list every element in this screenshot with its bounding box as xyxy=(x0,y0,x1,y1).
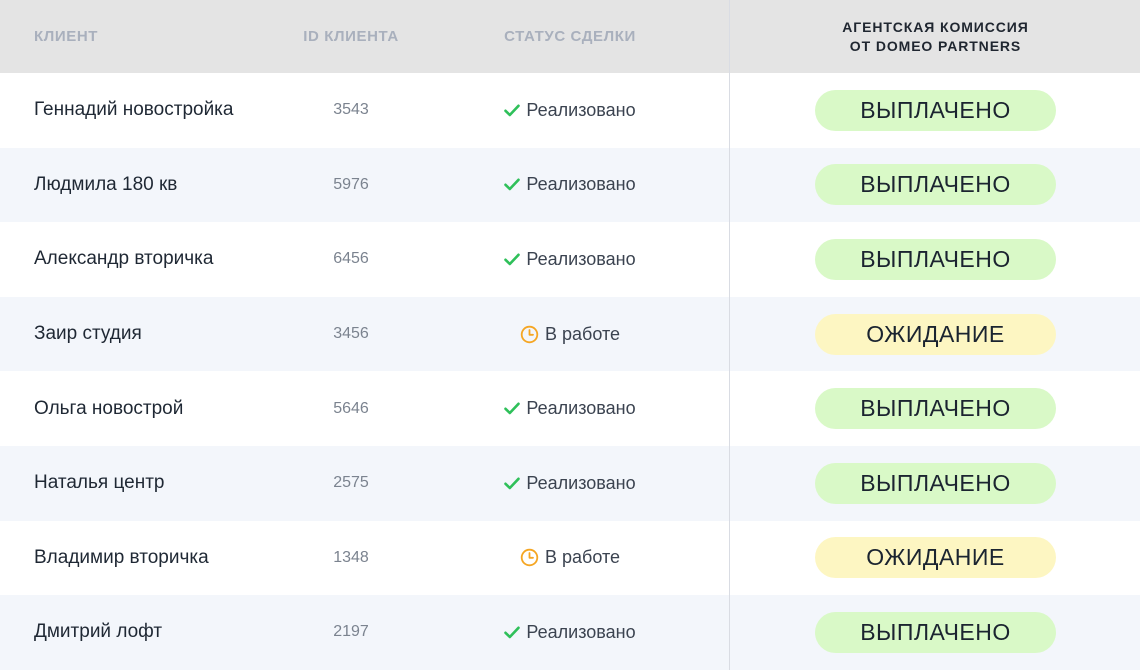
deal-status-label: В работе xyxy=(544,547,620,568)
deal-status-label: В работе xyxy=(544,323,620,344)
deal-status: В работе xyxy=(445,521,695,596)
check-icon xyxy=(504,178,521,191)
table-header: КЛИЕНТ ID КЛИЕНТА СТАТУС СДЕЛКИ АГЕНТСКА… xyxy=(0,0,1140,73)
clock-icon xyxy=(520,548,539,567)
commission-status-badge: ВЫПЛАЧЕНО xyxy=(815,164,1056,206)
client-name: Наталья центр xyxy=(34,472,165,494)
check-icon xyxy=(504,626,521,639)
commission-cell: ОЖИДАНИЕ xyxy=(731,297,1140,372)
deal-status: Реализовано xyxy=(445,222,695,297)
commission-header-line-1: АГЕНТСКАЯ КОМИССИЯ xyxy=(842,18,1029,35)
deals-table: КЛИЕНТ ID КЛИЕНТА СТАТУС СДЕЛКИ АГЕНТСКА… xyxy=(0,0,1140,670)
commission-cell: ВЫПЛАЧЕНО xyxy=(731,595,1140,670)
commission-status-badge: ВЫПЛАЧЕНО xyxy=(815,89,1056,131)
table-row[interactable]: Александр вторичка 6456 Реализовано ВЫПЛАЧЕ… xyxy=(0,222,1140,297)
client-id: 2575 xyxy=(333,474,369,492)
client-name: Владимир вторичка xyxy=(34,546,209,568)
commission-status-badge: ВЫПЛАЧЕНО xyxy=(815,388,1056,430)
table-row[interactable]: Ольга новострой 5646 Реализовано ВЫПЛАЧЕНО xyxy=(0,371,1140,446)
client-name: Геннадий новостройка xyxy=(34,99,234,121)
deal-status-label: Реализовано xyxy=(526,398,636,419)
check-icon xyxy=(504,402,521,415)
table-row[interactable]: Дмитрий лофт 2197 Реализовано ВЫПЛАЧЕНО xyxy=(0,595,1140,670)
table-row[interactable]: Геннадий новостройка 3543 Реализовано ВЫПЛА… xyxy=(0,73,1140,148)
column-header-client[interactable]: КЛИЕНТ xyxy=(34,0,98,73)
commission-cell: ВЫПЛАЧЕНО xyxy=(731,222,1140,297)
check-icon xyxy=(504,104,521,117)
client-id: 5646 xyxy=(333,399,369,417)
deal-status-label: Реализовано xyxy=(526,248,636,269)
commission-cell: ВЫПЛАЧЕНО xyxy=(731,73,1140,148)
column-header-deal-status[interactable]: СТАТУС СДЕЛКИ xyxy=(470,0,670,73)
commission-status-badge: ОЖИДАНИЕ xyxy=(815,313,1056,355)
commission-status-badge: ВЫПЛАЧЕНО xyxy=(815,462,1056,504)
deal-status-label: Реализовано xyxy=(526,621,636,642)
column-header-client-id[interactable]: ID КЛИЕНТА xyxy=(297,0,405,73)
table-row[interactable]: Заир студия 3456 В работе ОЖИДАНИЕ xyxy=(0,296,1140,372)
deal-status-label: Реализовано xyxy=(526,174,636,195)
deal-status-label: Реализовано xyxy=(526,99,636,120)
commission-status-badge: ВЫПЛАЧЕНО xyxy=(815,238,1056,280)
client-name: Ольга новострой xyxy=(34,397,184,419)
client-id: 3456 xyxy=(333,325,369,343)
client-id: 1348 xyxy=(333,548,369,566)
commission-header-line-2: ОТ DOMEO PARTNERS xyxy=(849,37,1022,54)
client-id: 5976 xyxy=(333,175,369,193)
commission-cell: ВЫПЛАЧЕНО xyxy=(731,371,1140,446)
deal-status: Реализовано xyxy=(445,148,695,223)
table-row[interactable]: Владимир вторичка 1348 В работе ОЖИДАНИЕ xyxy=(0,521,1140,596)
deal-status: Реализовано xyxy=(445,371,695,446)
client-id: 6456 xyxy=(333,250,369,268)
clock-icon xyxy=(520,325,539,344)
deal-status-label: Реализовано xyxy=(526,472,636,493)
column-divider xyxy=(729,0,730,670)
table-row[interactable]: Наталья центр 2575 Реализовано ВЫПЛАЧЕНО xyxy=(0,446,1140,521)
commission-status-badge: ОЖИДАНИЕ xyxy=(815,537,1056,579)
commission-cell: ОЖИДАНИЕ xyxy=(731,521,1140,596)
deal-status: В работе xyxy=(445,297,695,372)
column-header-commission[interactable]: АГЕНТСКАЯ КОМИССИЯ ОТ DOMEO PARTNERS xyxy=(731,0,1140,73)
client-name: Заир студия xyxy=(34,323,142,345)
commission-status-badge: ВЫПЛАЧЕНО xyxy=(815,611,1056,653)
client-id: 3543 xyxy=(333,101,369,119)
deal-status: Реализовано xyxy=(445,446,695,521)
check-icon xyxy=(504,477,521,490)
client-name: Людмила 180 кв xyxy=(34,173,178,195)
commission-cell: ВЫПЛАЧЕНО xyxy=(731,148,1140,223)
deal-status: Реализовано xyxy=(445,73,695,148)
check-icon xyxy=(504,253,521,266)
client-id: 2197 xyxy=(333,623,369,641)
commission-cell: ВЫПЛАЧЕНО xyxy=(731,446,1140,521)
deal-status: Реализовано xyxy=(445,595,695,670)
client-name: Дмитрий лофт xyxy=(34,621,163,643)
client-name: Александр вторичка xyxy=(34,248,214,270)
table-row[interactable]: Людмила 180 кв 5976 Реализовано ВЫПЛАЧЕНО xyxy=(0,147,1140,223)
